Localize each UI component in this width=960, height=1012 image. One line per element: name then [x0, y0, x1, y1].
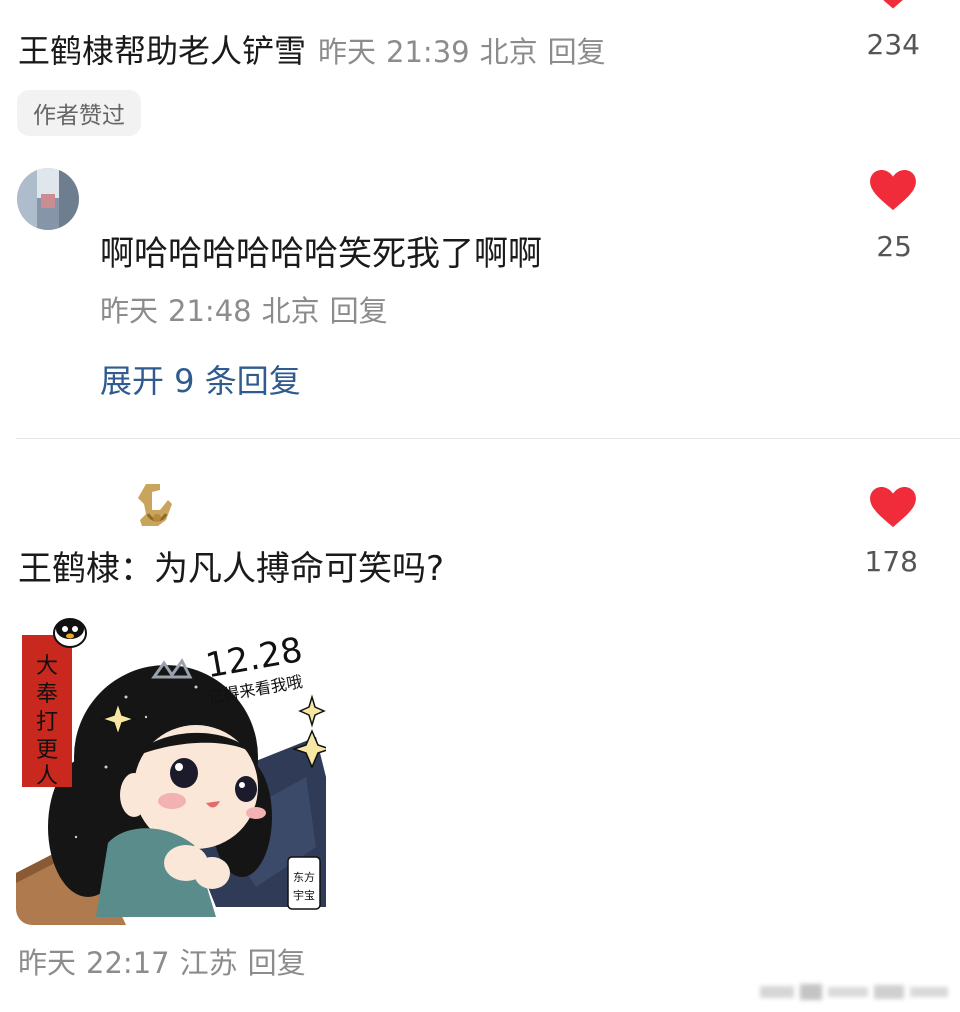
comment-location: 北京 [479, 35, 538, 69]
top-comment-text: 王鹤棣帮助老人铲雪 [18, 32, 307, 70]
sticker-image[interactable]: 大 奉 打 更 人 12.28 记得来看我哦 东方 宇宝 [16, 617, 326, 925]
author-liked-badge: 作者赞过 [17, 90, 141, 136]
comment-time: 21:39 [386, 35, 470, 69]
comment-text: 王鹤棣：为凡人搏命可笑吗? [18, 549, 445, 589]
user-badge-icon [138, 484, 172, 526]
comment-location: 北京 [261, 294, 320, 328]
top-comment-row: 王鹤棣帮助老人铲雪 昨天 21:39 北京 回复 [18, 26, 616, 70]
expand-replies-link[interactable]: 展开 9 条回复 [100, 356, 301, 402]
top-comment-like-count: 234 [866, 28, 920, 61]
top-comment-meta: 昨天 21:39 北京 回复 [318, 29, 616, 71]
reply-meta: 昨天 21:48 北京 回复 [100, 288, 398, 330]
watermark [760, 984, 948, 1000]
reply-like-count: 25 [876, 230, 912, 263]
comment-meta: 昨天 22:17 江苏 回复 [18, 940, 316, 982]
heart-icon[interactable] [872, 0, 914, 12]
comment-date: 昨天 [100, 294, 159, 328]
comment-date: 昨天 [318, 35, 377, 69]
heart-icon[interactable] [870, 170, 916, 212]
reply-button[interactable]: 回复 [330, 294, 388, 328]
comment-like-count: 178 [864, 545, 918, 578]
svg-text:宇宝: 宇宝 [293, 888, 315, 902]
avatar[interactable] [17, 168, 79, 230]
comment-time: 21:48 [168, 294, 252, 328]
comment-thread: 王鹤棣帮助老人铲雪 昨天 21:39 北京 回复 234 作者赞过 25 啊哈哈哈哈哈… [0, 0, 960, 1012]
svg-text:更: 更 [36, 738, 58, 763]
svg-text:奉: 奉 [36, 682, 58, 707]
svg-text:打: 打 [36, 710, 58, 735]
comment-date: 昨天 [18, 946, 77, 980]
comment-time: 22:17 [86, 946, 170, 980]
heart-icon[interactable] [870, 487, 916, 529]
svg-text:人: 人 [36, 764, 58, 789]
svg-text:东方: 东方 [293, 870, 315, 884]
reply-button[interactable]: 回复 [248, 946, 306, 980]
divider [16, 438, 960, 439]
reply-text: 啊哈哈哈哈哈哈笑死我了啊啊 [100, 234, 542, 274]
reply-button[interactable]: 回复 [548, 35, 606, 69]
svg-text:大: 大 [36, 654, 58, 679]
comment-location: 江苏 [179, 946, 238, 980]
